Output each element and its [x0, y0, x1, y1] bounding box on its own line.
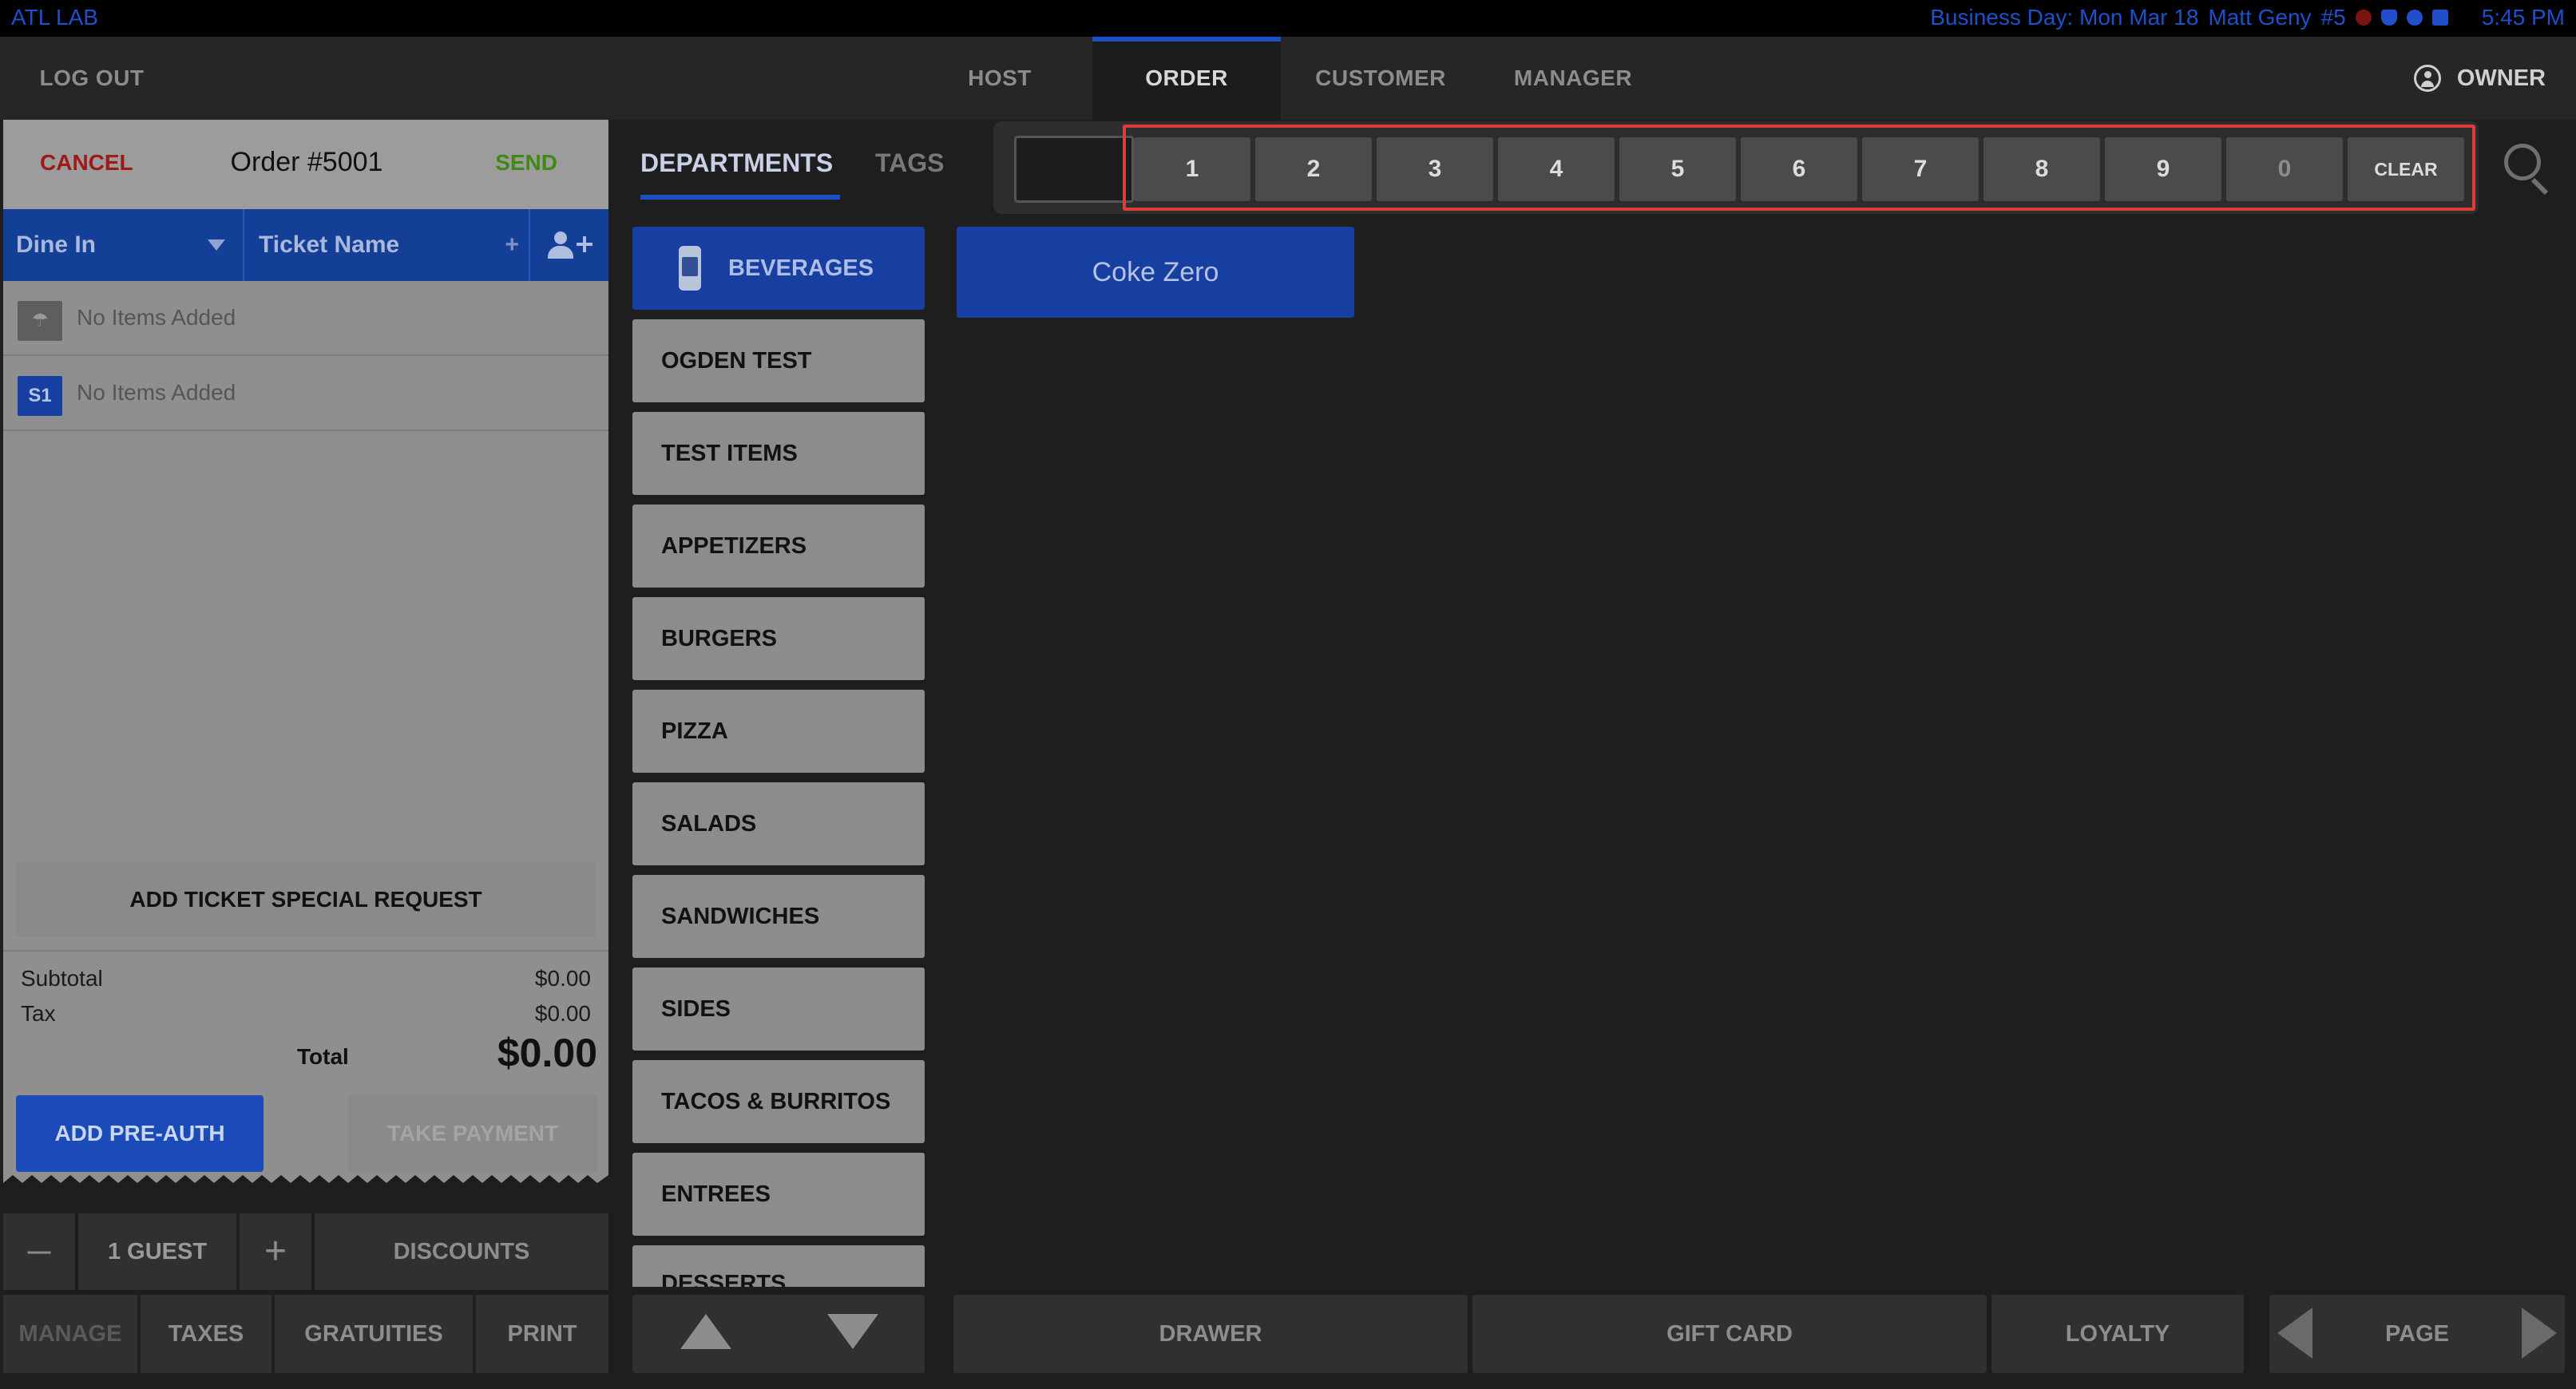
add-special-request-button[interactable]: ADD TICKET SPECIAL REQUEST	[16, 862, 596, 937]
dept-tacos-burritos[interactable]: TACOS & BURRITOS	[632, 1060, 925, 1143]
ticket-panel: CANCEL Order #5001 SEND Dine In Ticket N…	[3, 120, 608, 1189]
status-user: Matt Geny	[2208, 5, 2312, 30]
dept-desserts[interactable]: DESSERTS	[632, 1245, 925, 1287]
seat-empty-text: No Items Added	[77, 305, 236, 330]
pos-screen: ATL LAB Business Day: Mon Mar 18 Matt Ge…	[0, 0, 2576, 1389]
take-payment-button[interactable]: TAKE PAYMENT	[348, 1095, 597, 1172]
loyalty-button[interactable]: LOYALTY	[1991, 1295, 2244, 1373]
total-value: $0.00	[497, 1031, 597, 1075]
account-label: OWNER	[2456, 65, 2546, 91]
dept-test-items[interactable]: TEST ITEMS	[632, 412, 925, 495]
dept-label: BEVERAGES	[728, 255, 874, 281]
totals-section: Subtotal $0.00 Tax $0.00 Total $0.00	[3, 950, 608, 1082]
shared-seat-icon: ☂	[18, 301, 62, 341]
keypad-display	[1014, 136, 1134, 203]
sync-icon	[2406, 10, 2423, 26]
ticket-name-field[interactable]: Ticket Name +	[246, 209, 530, 281]
dept-pizza[interactable]: PIZZA	[632, 690, 925, 773]
tab-order[interactable]: ORDER	[1092, 37, 1281, 120]
logout-button[interactable]: LOG OUT	[16, 37, 168, 120]
menu-item-coke-zero[interactable]: Coke Zero	[957, 227, 1354, 318]
page-next-icon[interactable]	[2522, 1308, 2557, 1359]
business-day: Business Day: Mon Mar 18	[1930, 5, 2199, 30]
total-label: Total	[297, 1044, 349, 1069]
scroll-up-icon[interactable]	[680, 1314, 731, 1349]
scroll-down-icon[interactable]	[827, 1314, 878, 1349]
chevron-down-icon	[208, 239, 225, 251]
receipt-edge	[3, 1175, 608, 1189]
seat-badge: S1	[18, 376, 62, 416]
discounts-button[interactable]: DISCOUNTS	[315, 1213, 608, 1290]
dept-sides[interactable]: SIDES	[632, 968, 925, 1051]
ticket-options-bar: Dine In Ticket Name +	[3, 209, 608, 281]
tab-host[interactable]: HOST	[920, 37, 1080, 120]
add-user-icon	[554, 232, 567, 244]
tab-departments[interactable]: DEPARTMENTS	[640, 148, 833, 178]
dept-sandwiches[interactable]: SANDWICHES	[632, 875, 925, 958]
ticket-name-label: Ticket Name	[259, 232, 400, 258]
page-label: PAGE	[2384, 1321, 2450, 1347]
tab-manager[interactable]: MANAGER	[1485, 37, 1661, 120]
user-icon	[2413, 65, 2441, 92]
account-menu[interactable]: OWNER	[2413, 37, 2546, 120]
location-label: ATL LAB	[11, 5, 98, 30]
page-control: PAGE	[2269, 1295, 2565, 1373]
drawer-button[interactable]: DRAWER	[953, 1295, 1468, 1373]
beverage-can-icon	[679, 246, 701, 291]
dept-beverages[interactable]: BEVERAGES	[632, 227, 925, 310]
dept-entrees[interactable]: ENTREES	[632, 1153, 925, 1236]
guest-minus-button[interactable]: —	[3, 1213, 75, 1290]
ticket-header: CANCEL Order #5001 SEND	[3, 120, 608, 209]
order-type-label: Dine In	[16, 232, 97, 258]
wifi-icon	[2380, 10, 2397, 26]
print-button[interactable]: PRINT	[476, 1295, 608, 1373]
terminal-number: #5	[2320, 5, 2346, 30]
manage-button[interactable]: MANAGE	[3, 1295, 137, 1373]
seat-row-s1[interactable]: S1 No Items Added	[3, 356, 608, 431]
active-tab-indicator	[640, 195, 840, 200]
tax-value: $0.00	[534, 1001, 591, 1026]
dept-appetizers[interactable]: APPETIZERS	[632, 505, 925, 588]
search-icon-ring	[2504, 144, 2541, 180]
add-user-icon-plus-v	[583, 236, 586, 252]
dept-scroll-bar	[632, 1295, 925, 1373]
add-preauth-button[interactable]: ADD PRE-AUTH	[16, 1095, 264, 1172]
search-icon-handle	[2530, 177, 2549, 196]
clock: 5:45 PM	[2481, 5, 2565, 30]
dept-burgers[interactable]: BURGERS	[632, 597, 925, 680]
page-prev-icon[interactable]	[2277, 1308, 2312, 1359]
tab-customer[interactable]: CUSTOMER	[1289, 37, 1472, 120]
cancel-button[interactable]: CANCEL	[40, 150, 133, 176]
subtotal-value: $0.00	[534, 966, 591, 991]
keypad-highlight	[1123, 125, 2475, 211]
top-nav: LOG OUT HOST ORDER CUSTOMER MANAGER OWNE…	[0, 37, 2576, 120]
search-icon[interactable]	[2501, 140, 2552, 196]
send-button[interactable]: SEND	[495, 150, 557, 176]
tab-tags[interactable]: TAGS	[875, 148, 945, 178]
gratuities-button[interactable]: GRATUITIES	[275, 1295, 473, 1373]
alert-icon	[2355, 10, 2372, 26]
status-bar: ATL LAB Business Day: Mon Mar 18 Matt Ge…	[0, 0, 2576, 37]
guest-plus-button[interactable]: +	[240, 1213, 311, 1290]
printer-icon	[2431, 10, 2448, 26]
tax-label: Tax	[21, 1001, 56, 1026]
status-info: Business Day: Mon Mar 18 Matt Geny #5 5:…	[1930, 5, 2565, 30]
add-customer-button[interactable]	[532, 209, 608, 281]
order-type-dropdown[interactable]: Dine In	[3, 209, 244, 281]
order-title: Order #5001	[230, 147, 383, 177]
dept-ogden-test[interactable]: OGDEN TEST	[632, 319, 925, 402]
add-user-icon-body	[548, 246, 573, 259]
ticket-name-plus: +	[505, 232, 519, 258]
seat-empty-text: No Items Added	[77, 380, 236, 405]
dept-salads[interactable]: SALADS	[632, 782, 925, 865]
guest-count: 1 GUEST	[78, 1213, 236, 1290]
seat-row-shared[interactable]: ☂ No Items Added	[3, 281, 608, 356]
taxes-button[interactable]: TAXES	[141, 1295, 271, 1373]
subtotal-label: Subtotal	[21, 966, 103, 991]
gift-card-button[interactable]: GIFT CARD	[1472, 1295, 1987, 1373]
